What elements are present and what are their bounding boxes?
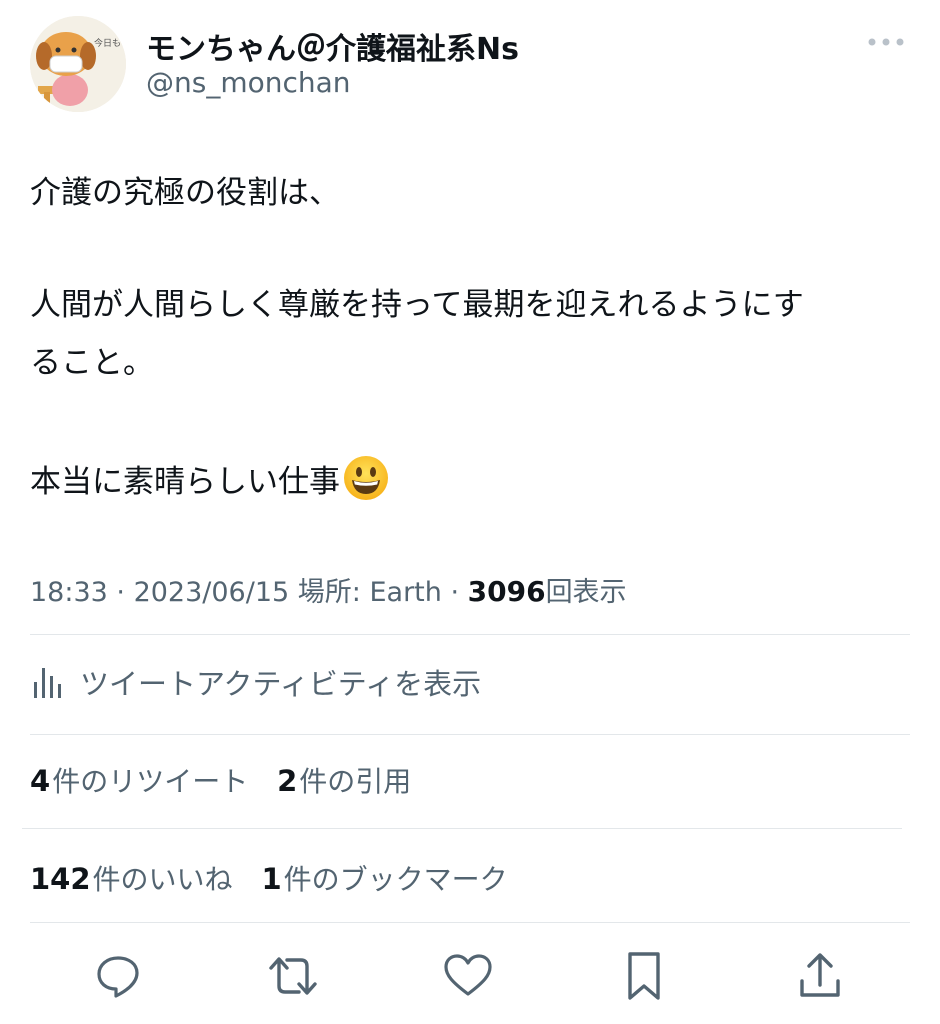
quote-count-label: 件の引用 bbox=[299, 765, 412, 798]
view-count: 3096 bbox=[467, 575, 546, 608]
bookmark-count-number: 1 bbox=[261, 862, 282, 896]
tweet-time[interactable]: 18:33 bbox=[30, 577, 108, 608]
grinning-face-emoji-icon bbox=[342, 454, 390, 502]
like-count-number: 142 bbox=[30, 862, 91, 896]
tweet-activity-label: ツイートアクティビティを表示 bbox=[80, 667, 482, 701]
quote-count[interactable]: 2件の引用 bbox=[277, 764, 412, 798]
like-icon bbox=[444, 954, 492, 996]
tweet-line-3: ること。 bbox=[30, 345, 154, 381]
tweet-line-4-text: 本当に素晴らしい仕事 bbox=[30, 464, 340, 500]
retweet-count-label: 件のリツイート bbox=[52, 765, 249, 798]
quote-count-number: 2 bbox=[277, 764, 298, 798]
display-name[interactable]: モンちゃん＠介護福祉系Ns bbox=[146, 24, 519, 68]
retweet-icon bbox=[269, 957, 317, 995]
tweet-line-4: 本当に素晴らしい仕事 bbox=[30, 454, 390, 505]
view-label: 回表示 bbox=[545, 577, 627, 608]
reply-icon bbox=[97, 956, 139, 998]
retweet-button[interactable] bbox=[265, 948, 321, 1004]
like-count-label: 件のいいね bbox=[92, 863, 233, 896]
stats-row-1: 4件のリツイート 2件の引用 bbox=[30, 760, 411, 800]
divider bbox=[30, 922, 910, 923]
more-options-icon[interactable] bbox=[866, 30, 906, 54]
retweet-count-number: 4 bbox=[30, 764, 51, 798]
divider bbox=[30, 634, 910, 635]
bookmark-icon bbox=[628, 952, 660, 1000]
tweet-location: 場所: Earth bbox=[297, 577, 442, 608]
share-icon bbox=[800, 953, 840, 997]
dog-avatar-icon: 今日も bbox=[30, 16, 126, 112]
stats-row-2: 142件のいいね 1件のブックマーク bbox=[30, 858, 508, 898]
user-handle[interactable]: @ns_monchan bbox=[146, 66, 351, 99]
avatar[interactable]: 今日も bbox=[30, 16, 126, 112]
bookmark-button[interactable] bbox=[616, 948, 672, 1004]
bookmark-count-label: 件のブックマーク bbox=[283, 863, 508, 896]
svg-text:今日も: 今日も bbox=[94, 37, 121, 49]
tweet-meta: 18:33 · 2023/06/15 場所: Earth · 3096回表示 bbox=[30, 570, 627, 609]
tweet-date[interactable]: 2023/06/15 bbox=[134, 577, 290, 608]
analytics-icon bbox=[34, 668, 61, 698]
bookmark-count[interactable]: 1件のブックマーク bbox=[261, 862, 508, 896]
retweet-count[interactable]: 4件のリツイート bbox=[30, 764, 249, 798]
reply-button[interactable] bbox=[90, 948, 146, 1004]
divider bbox=[22, 828, 902, 829]
meta-separator: · bbox=[107, 577, 134, 608]
tweet-activity-link[interactable]: ツイートアクティビティを表示 bbox=[30, 660, 481, 704]
share-button[interactable] bbox=[792, 948, 848, 1004]
tweet-line-2: 人間が人間らしく尊厳を持って最期を迎えれるようにす bbox=[30, 287, 804, 323]
tweet-line-1: 介護の究極の役割は、 bbox=[30, 175, 340, 211]
meta-separator: · bbox=[441, 577, 468, 608]
like-button[interactable] bbox=[440, 948, 496, 1004]
like-count[interactable]: 142件のいいね bbox=[30, 862, 233, 896]
divider bbox=[30, 734, 910, 735]
